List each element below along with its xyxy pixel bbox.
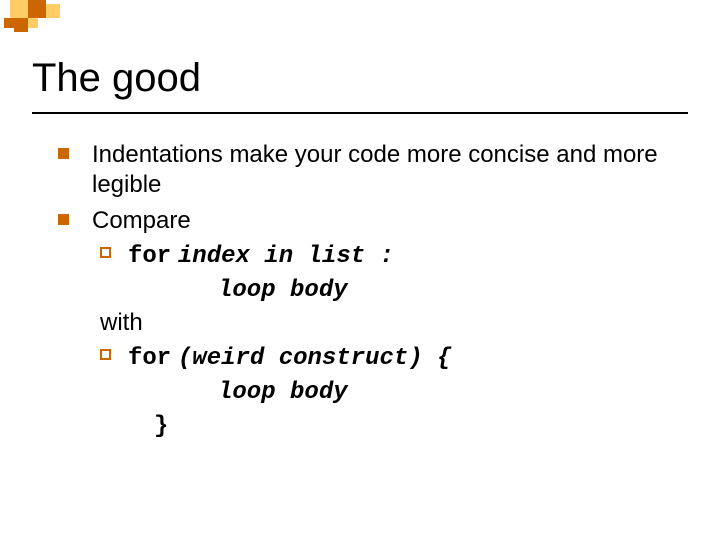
code-body: loop body bbox=[128, 376, 678, 408]
code-body: loop body bbox=[128, 274, 678, 306]
sub-bullet-item: for (weird construct) { bbox=[100, 342, 678, 374]
code-keyword: for bbox=[128, 345, 171, 372]
code-text: index in list : bbox=[178, 243, 394, 270]
sub-bullet-item: for index in list : bbox=[100, 240, 678, 272]
code-text: loop body bbox=[218, 379, 348, 406]
bullet-item: Compare for index in list : loop body wi… bbox=[58, 206, 678, 442]
slide-body: Indentations make your code more concise… bbox=[58, 140, 678, 448]
title-underline bbox=[32, 112, 688, 114]
outline-square-bullet-icon bbox=[100, 247, 111, 258]
code-close-brace: } bbox=[154, 410, 678, 442]
code-text: (weird construct) { bbox=[178, 345, 452, 372]
square-bullet-icon bbox=[58, 148, 69, 159]
slide-title: The good bbox=[32, 56, 201, 101]
bullet-text: Indentations make your code more concise… bbox=[92, 141, 658, 198]
bullet-item: Indentations make your code more concise… bbox=[58, 140, 678, 200]
code-text: loop body bbox=[218, 277, 348, 304]
code-keyword: for bbox=[128, 243, 171, 270]
square-bullet-icon bbox=[58, 214, 69, 225]
with-text: with bbox=[100, 308, 678, 338]
bullet-text: Compare bbox=[92, 207, 191, 234]
slide: The good Indentations make your code mor… bbox=[0, 0, 720, 540]
outline-square-bullet-icon bbox=[100, 349, 111, 360]
